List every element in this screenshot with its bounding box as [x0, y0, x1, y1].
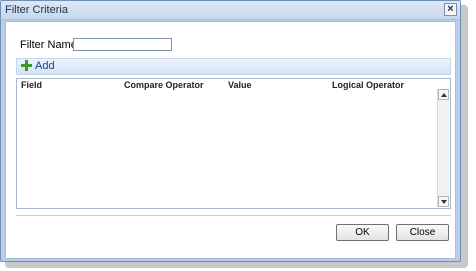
- dialog-title: Filter Criteria: [5, 4, 68, 16]
- column-header-compare-operator[interactable]: Compare Operator: [124, 80, 204, 90]
- close-icon[interactable]: ×: [444, 3, 457, 16]
- column-header-logical-operator[interactable]: Logical Operator: [332, 80, 404, 90]
- scroll-up-icon[interactable]: [438, 89, 449, 100]
- column-header-field[interactable]: Field: [21, 80, 42, 90]
- add-button-label: Add: [35, 60, 55, 72]
- title-bar[interactable]: Filter Criteria ×: [1, 1, 460, 20]
- grid-scrollbar[interactable]: [437, 89, 449, 207]
- divider: [16, 215, 451, 216]
- plus-icon: [21, 60, 32, 71]
- ok-button[interactable]: OK: [336, 224, 389, 241]
- criteria-grid: Field Compare Operator Value Logical Ope…: [16, 78, 451, 209]
- close-button[interactable]: Close: [396, 224, 449, 241]
- filter-criteria-dialog: Filter Criteria × Filter Name: Add Field…: [0, 0, 461, 262]
- column-header-value[interactable]: Value: [228, 80, 252, 90]
- dialog-body: Filter Name: Add Field Compare Operator …: [5, 21, 456, 259]
- grid-header: Field Compare Operator Value Logical Ope…: [17, 79, 450, 90]
- grid-toolbar: Add: [16, 58, 451, 75]
- scroll-down-icon[interactable]: [438, 196, 449, 207]
- filter-name-input[interactable]: [73, 38, 172, 51]
- filter-name-label: Filter Name:: [20, 39, 80, 51]
